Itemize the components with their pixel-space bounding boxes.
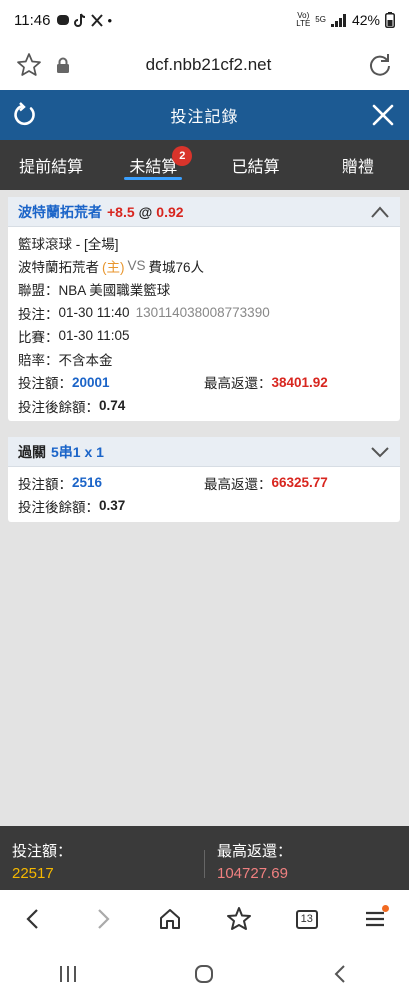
bet-card-header[interactable]: 波特蘭拓荒者 +8.5 @ 0.92 [8, 197, 400, 227]
home-circle-icon[interactable] [193, 963, 215, 985]
bet-team: 波特蘭拓荒者 [18, 203, 102, 220]
summary-bar: 投注額： 22517 最高返還： 104727.69 [0, 826, 409, 890]
tabs-button[interactable]: 13 [291, 903, 323, 935]
unsettled-count-badge: 2 [172, 146, 193, 166]
bet-list: 波特蘭拓荒者 +8.5 @ 0.92 籃球滾球 - [全場] 波特蘭拓荒者 (主… [0, 190, 409, 826]
url-text[interactable]: dcf.nbb21cf2.net [70, 55, 347, 75]
away-team: 費城76人 [148, 259, 205, 275]
parlay-amounts: 投注額： 2516 最高返還： 66325.77 [18, 475, 328, 492]
home-icon [160, 909, 181, 929]
parlay-balance: 投注後餘額： 0.37 [18, 498, 126, 515]
back-button[interactable] [18, 903, 50, 935]
vs-label: VS [127, 258, 146, 274]
bet-handicap: +8.5 [107, 203, 135, 220]
parlay-balance-value: 0.37 [99, 498, 126, 514]
total-stake-value: 22517 [12, 865, 54, 882]
line-app-icon [57, 15, 70, 25]
stake-value: 20001 [72, 374, 110, 390]
bookmarks-button[interactable] [223, 903, 255, 935]
home-team: 波特蘭拓荒者 [18, 259, 99, 275]
x-app-icon [91, 13, 104, 27]
system-back-icon[interactable] [330, 963, 352, 985]
signal-label: 5G [315, 15, 326, 24]
tab-gifts[interactable]: 贈禮 [307, 140, 409, 190]
star-icon[interactable] [16, 52, 42, 78]
home-tag: (主) [102, 259, 125, 275]
bet-league: 聯盟： NBA 美國職業籃球 [18, 283, 171, 299]
total-max-return-value: 104727.69 [217, 865, 288, 882]
notification-dot [381, 905, 389, 912]
bet-amounts: 投注額： 20001 最高返還： 38401.92 [18, 374, 328, 392]
bet-id: 130114038008773390 [135, 305, 270, 321]
system-nav-bar [0, 948, 409, 1000]
close-icon[interactable] [371, 103, 395, 127]
forward-button[interactable] [86, 903, 118, 935]
bet-sport: 籃球滾球 - [全場] [18, 236, 119, 252]
max-return-value: 38401.92 [271, 374, 328, 390]
tab-bar: 提前結算 未結算 2 已結算 贈禮 [0, 140, 409, 190]
bet-at-symbol: @ [138, 203, 153, 220]
parlay-card-header[interactable]: 過關 5串1 x 1 [8, 437, 400, 467]
parlay-combo: 5串1 x 1 [51, 443, 104, 460]
tab-count: 13 [300, 913, 313, 925]
active-tab-indicator [124, 177, 183, 180]
reload-icon[interactable] [367, 52, 393, 78]
status-bar: 11:46 • Vo) LTE 5G 42% [0, 0, 409, 40]
forward-icon [98, 909, 110, 929]
odds-type: 賠率： 不含本金 [18, 353, 113, 369]
bet-match: 波特蘭拓荒者 (主) VS 費城76人 [18, 254, 390, 277]
lock-icon [57, 57, 69, 73]
home-button[interactable] [154, 903, 186, 935]
total-max-return-label: 最高返還： [217, 843, 293, 860]
menu-button[interactable] [359, 903, 391, 935]
back-icon [26, 909, 38, 929]
page-title: 投注記錄 [170, 109, 239, 126]
tab-unsettled[interactable]: 未結算 2 [102, 140, 204, 190]
bet-odds: 0.92 [156, 203, 184, 220]
tiktok-icon [74, 13, 86, 27]
parlay-card: 過關 5串1 x 1 投注額： 2516 最高返還： 66325.77 投注後餘… [8, 437, 400, 522]
battery-icon [385, 12, 395, 28]
recent-apps-icon[interactable] [57, 964, 79, 984]
balance-after-bet: 投注後餘額： 0.74 [18, 398, 126, 415]
chevron-up-icon[interactable] [370, 205, 390, 219]
app-header: 投注記錄 [0, 90, 409, 140]
bet-card: 波特蘭拓荒者 +8.5 @ 0.92 籃球滾球 - [全場] 波特蘭拓荒者 (主… [8, 197, 400, 422]
tab-settled[interactable]: 已結算 [205, 140, 307, 190]
tab-early-settlement[interactable]: 提前結算 [0, 140, 102, 190]
status-time: 11:46 [14, 11, 51, 29]
bet-time: 投注： 01-30 11:40 130114038008773390 [18, 305, 270, 322]
total-stake-label: 投注額： [12, 843, 73, 860]
browser-url-bar: dcf.nbb21cf2.net [0, 40, 409, 90]
menu-icon [365, 911, 384, 927]
parlay-title: 過關 [18, 443, 46, 460]
parlay-max-return-value: 66325.77 [271, 475, 328, 491]
balance-value: 0.74 [99, 398, 126, 414]
refresh-icon[interactable] [12, 102, 38, 128]
chevron-down-icon[interactable] [370, 445, 390, 459]
match-time: 比賽： 01-30 11:05 [18, 328, 130, 345]
bookmark-icon [226, 907, 251, 930]
network-label: Vo) LTE [296, 11, 311, 28]
signal-icon [330, 13, 346, 27]
status-dot: • [107, 12, 112, 28]
parlay-stake-value: 2516 [72, 475, 103, 491]
browser-nav-bar: 13 [0, 890, 409, 948]
battery-percent: 42% [351, 12, 380, 28]
